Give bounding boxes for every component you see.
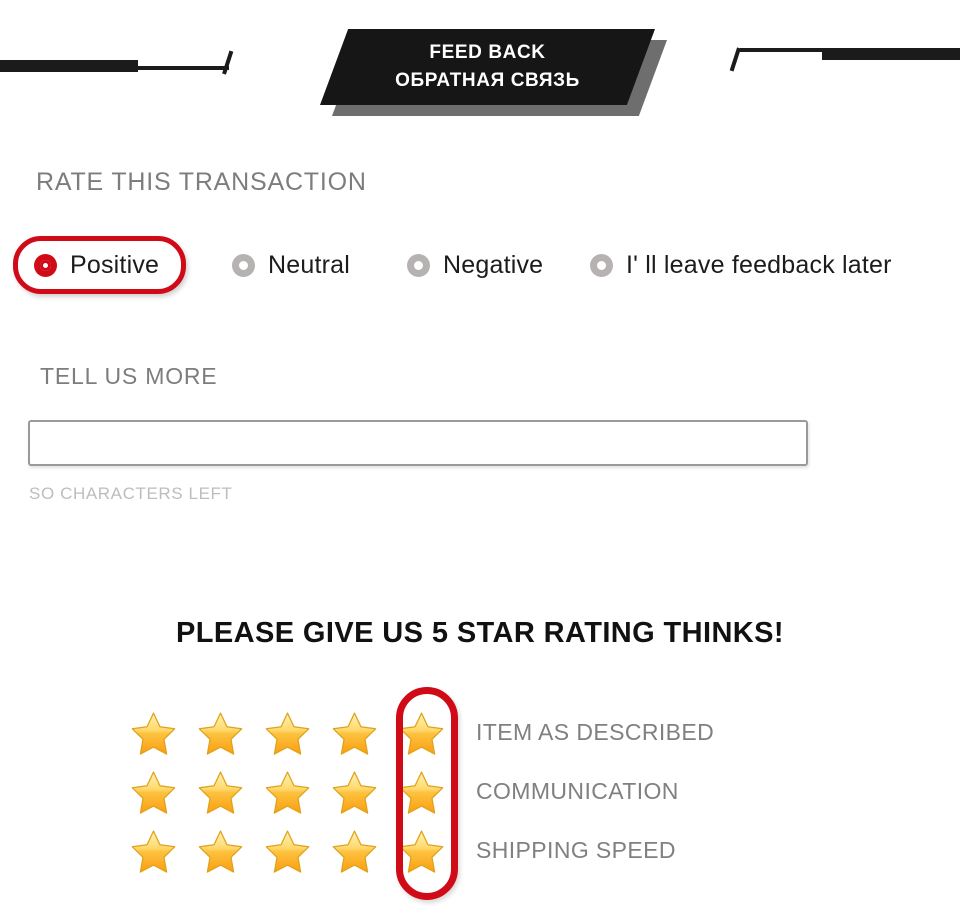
tell-us-more-input[interactable] (28, 420, 808, 466)
star-icon (265, 711, 310, 755)
star-button[interactable] (264, 823, 331, 879)
star-button[interactable] (398, 705, 465, 761)
header-rule-right-thick (822, 48, 960, 60)
star-icon (198, 829, 243, 873)
star-icon (198, 711, 243, 755)
radio-option-neutral[interactable]: Neutral (232, 238, 350, 292)
star-button[interactable] (130, 764, 197, 820)
star-row-label-communication: COMMUNICATION (476, 778, 679, 804)
rating-options-group: Positive Neutral Negative I' ll leave fe… (0, 236, 960, 294)
header-banner: FEED BACK ОБРАТНАЯ СВЯЗЬ (0, 0, 960, 130)
radio-option-positive[interactable]: Positive (13, 236, 187, 294)
star-button[interactable] (331, 705, 398, 761)
radio-option-negative[interactable]: Negative (407, 238, 543, 292)
star-button[interactable] (197, 823, 264, 879)
header-rule-left-tick (222, 50, 234, 75)
radio-icon-feedback-later[interactable] (590, 253, 613, 277)
star-icon (332, 711, 377, 755)
radio-option-feedback-later[interactable]: I' ll leave feedback later (590, 238, 892, 292)
header-banner-plate (320, 29, 655, 105)
star-row-label-item-as-described: ITEM AS DESCRIBED (476, 719, 715, 745)
header-rule-right-tick (729, 47, 741, 72)
radio-label-negative: Negative (443, 250, 544, 279)
star-button[interactable] (398, 764, 465, 820)
tell-us-more-label: TELL US MORE (40, 363, 218, 389)
star-icon (131, 770, 176, 814)
star-icon (332, 829, 377, 873)
star-button[interactable] (197, 764, 264, 820)
rate-transaction-label: RATE THIS TRANSACTION (36, 168, 367, 196)
star-rating-heading: PLEASE GIVE US 5 STAR RATING THINKS! (176, 617, 784, 649)
star-button[interactable] (331, 764, 398, 820)
radio-icon-neutral[interactable] (232, 253, 255, 277)
star-icon (131, 711, 176, 755)
star-icon (399, 770, 444, 814)
star-icon (198, 770, 243, 814)
radio-label-neutral: Neutral (268, 250, 350, 279)
star-button[interactable] (130, 705, 197, 761)
star-button[interactable] (197, 705, 264, 761)
star-icon (399, 829, 444, 873)
star-row-communication (130, 763, 465, 821)
star-button[interactable] (398, 823, 465, 879)
star-icon (265, 770, 310, 814)
star-icon (332, 770, 377, 814)
characters-left-counter: SO CHARACTERS LEFT (29, 484, 233, 503)
star-button[interactable] (130, 823, 197, 879)
star-rating-block: ITEM AS DESCRIBED COMMUNICATION SHIPPING… (0, 687, 960, 900)
radio-icon-negative[interactable] (407, 253, 430, 277)
star-row-label-shipping-speed: SHIPPING SPEED (476, 837, 676, 863)
star-icon (399, 711, 444, 755)
star-button[interactable] (331, 823, 398, 879)
header-rule-left-thick (0, 60, 138, 72)
star-button[interactable] (264, 705, 331, 761)
star-icon (131, 829, 176, 873)
radio-icon-positive[interactable] (34, 253, 57, 277)
star-button[interactable] (264, 764, 331, 820)
header-rule-right-thin (740, 48, 828, 52)
star-icon (265, 829, 310, 873)
header-rule-left-thin (136, 66, 229, 70)
radio-label-positive: Positive (70, 250, 160, 279)
star-row-item-as-described (130, 704, 465, 762)
star-row-shipping-speed (130, 822, 465, 880)
radio-label-feedback-later: I' ll leave feedback later (626, 250, 892, 279)
